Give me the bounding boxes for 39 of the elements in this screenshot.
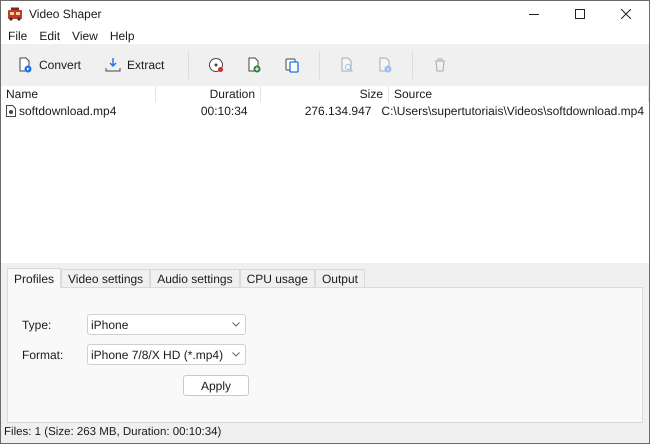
- close-icon: [621, 9, 631, 19]
- document-info-icon: [377, 57, 394, 73]
- field-label: Format:: [22, 346, 64, 364]
- column-header[interactable]: Duration: [210, 85, 255, 103]
- convert-button[interactable]: Convert: [9, 50, 90, 80]
- table-cell-text: C:\Users\supertutoriais\Videos\softdownload.mp4: [381, 102, 644, 120]
- document-search-icon: [339, 57, 356, 73]
- column-header[interactable]: Source: [394, 85, 432, 103]
- document-play-icon: [17, 57, 33, 73]
- column-header[interactable]: Name: [6, 85, 38, 103]
- window-title: Video Shaper: [29, 6, 102, 23]
- menu-item[interactable]: Edit: [33, 26, 66, 44]
- chevron-down-icon: [232, 352, 240, 357]
- field-label: Type:: [22, 316, 52, 334]
- tab[interactable]: Output: [314, 269, 365, 287]
- document-add-icon: [246, 57, 262, 73]
- tab[interactable]: Profiles: [7, 268, 62, 288]
- maximize-icon: [575, 9, 585, 19]
- dropdown[interactable]: iPhone: [87, 314, 246, 335]
- app-icon: [7, 7, 23, 21]
- chevron-down-icon: [232, 322, 240, 327]
- table-cell-text: softdownload.mp4: [19, 102, 116, 120]
- menu-item[interactable]: Help: [104, 26, 141, 44]
- dropdown[interactable]: iPhone 7/8/X HD (*.mp4): [87, 344, 246, 365]
- status-bar: Files: 1 (Size: 263 MB, Duration: 00:10:34): [1, 423, 649, 443]
- download-icon: [105, 57, 122, 73]
- video-file-icon: [6, 104, 16, 116]
- disc-record-icon: [208, 57, 224, 73]
- menu-item[interactable]: File: [2, 26, 34, 44]
- table-cell-text: 276.134.947: [304, 102, 372, 120]
- clipboard-icon: [284, 57, 300, 73]
- tab[interactable]: Audio settings: [150, 269, 240, 287]
- tab[interactable]: CPU usage: [240, 269, 315, 287]
- column-header[interactable]: Size: [360, 85, 383, 103]
- table-cell-text: 00:10:34: [200, 102, 248, 120]
- extract-button[interactable]: Extract: [97, 50, 172, 80]
- tab[interactable]: Video settings: [61, 269, 150, 287]
- apply-button[interactable]: Apply: [183, 375, 249, 396]
- menu-item[interactable]: View: [66, 26, 104, 44]
